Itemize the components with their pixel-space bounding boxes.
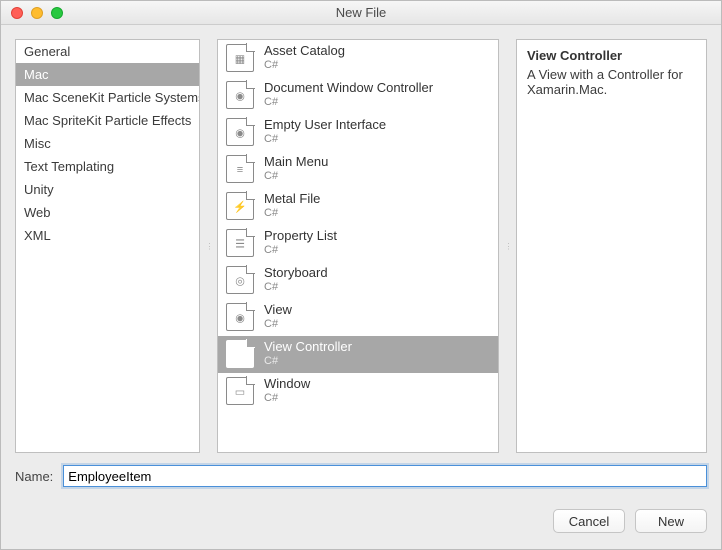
detail-description: A View with a Controller for Xamarin.Mac…	[527, 67, 696, 97]
category-item[interactable]: Misc	[16, 132, 199, 155]
file-type-icon: ◉	[226, 340, 254, 368]
category-item[interactable]: Mac SpriteKit Particle Effects	[16, 109, 199, 132]
template-subtype: C#	[264, 318, 292, 331]
template-subtype: C#	[264, 392, 310, 405]
detail-panel: View Controller A View with a Controller…	[516, 39, 707, 453]
template-item[interactable]: ▭ WindowC#	[218, 373, 498, 410]
file-type-icon: ◉	[226, 303, 254, 331]
template-item[interactable]: ≡ Main MenuC#	[218, 151, 498, 188]
template-label: Metal File	[264, 192, 320, 207]
category-item[interactable]: Mac	[16, 63, 199, 86]
template-label: Storyboard	[264, 266, 328, 281]
dialog-window: New File GeneralMacMac SceneKit Particle…	[0, 0, 722, 550]
template-subtype: C#	[264, 96, 433, 109]
template-label: Document Window Controller	[264, 81, 433, 96]
template-label: Window	[264, 377, 310, 392]
template-item[interactable]: ☰ Property ListC#	[218, 225, 498, 262]
name-label: Name:	[15, 469, 53, 484]
category-list[interactable]: GeneralMacMac SceneKit Particle SystemsM…	[15, 39, 200, 453]
content-area: GeneralMacMac SceneKit Particle SystemsM…	[1, 25, 721, 457]
file-type-icon: ◉	[226, 118, 254, 146]
name-bar: Name:	[1, 457, 721, 491]
splitter-icon[interactable]: ⋮	[206, 39, 211, 453]
file-type-icon: ▦	[226, 44, 254, 72]
titlebar: New File	[1, 1, 721, 25]
template-item[interactable]: ◉ Document Window ControllerC#	[218, 77, 498, 114]
template-subtype: C#	[264, 281, 328, 294]
splitter-icon[interactable]: ⋮	[505, 39, 510, 453]
detail-heading: View Controller	[527, 48, 696, 63]
template-list[interactable]: ▦Asset CatalogC#◉Document Window Control…	[217, 39, 499, 453]
category-item[interactable]: Web	[16, 201, 199, 224]
template-subtype: C#	[264, 355, 352, 368]
template-item[interactable]: ◉ View ControllerC#	[218, 336, 498, 373]
template-label: Empty User Interface	[264, 118, 386, 133]
template-item[interactable]: ◎ StoryboardC#	[218, 262, 498, 299]
template-subtype: C#	[264, 207, 320, 220]
category-item[interactable]: XML	[16, 224, 199, 247]
name-input[interactable]	[63, 465, 707, 487]
template-label: Asset Catalog	[264, 44, 345, 59]
cancel-button[interactable]: Cancel	[553, 509, 625, 533]
category-item[interactable]: Unity	[16, 178, 199, 201]
template-item[interactable]: ◉ ViewC#	[218, 299, 498, 336]
new-button[interactable]: New	[635, 509, 707, 533]
template-item[interactable]: ◉ Empty User InterfaceC#	[218, 114, 498, 151]
file-type-icon: ▭	[226, 377, 254, 405]
file-type-icon: ◉	[226, 81, 254, 109]
file-type-icon: ☰	[226, 229, 254, 257]
file-type-icon: ⚡	[226, 192, 254, 220]
template-label: Main Menu	[264, 155, 328, 170]
template-item[interactable]: ▦ Asset CatalogC#	[218, 40, 498, 77]
file-type-icon: ◎	[226, 266, 254, 294]
window-title: New File	[1, 5, 721, 20]
template-subtype: C#	[264, 170, 328, 183]
template-label: Property List	[264, 229, 337, 244]
template-subtype: C#	[264, 59, 345, 72]
template-subtype: C#	[264, 244, 337, 257]
file-type-icon: ≡	[226, 155, 254, 183]
footer: Cancel New	[1, 491, 721, 549]
category-item[interactable]: Text Templating	[16, 155, 199, 178]
template-label: View Controller	[264, 340, 352, 355]
template-subtype: C#	[264, 133, 386, 146]
category-item[interactable]: General	[16, 40, 199, 63]
template-label: View	[264, 303, 292, 318]
template-item[interactable]: ⚡ Metal FileC#	[218, 188, 498, 225]
category-item[interactable]: Mac SceneKit Particle Systems	[16, 86, 199, 109]
